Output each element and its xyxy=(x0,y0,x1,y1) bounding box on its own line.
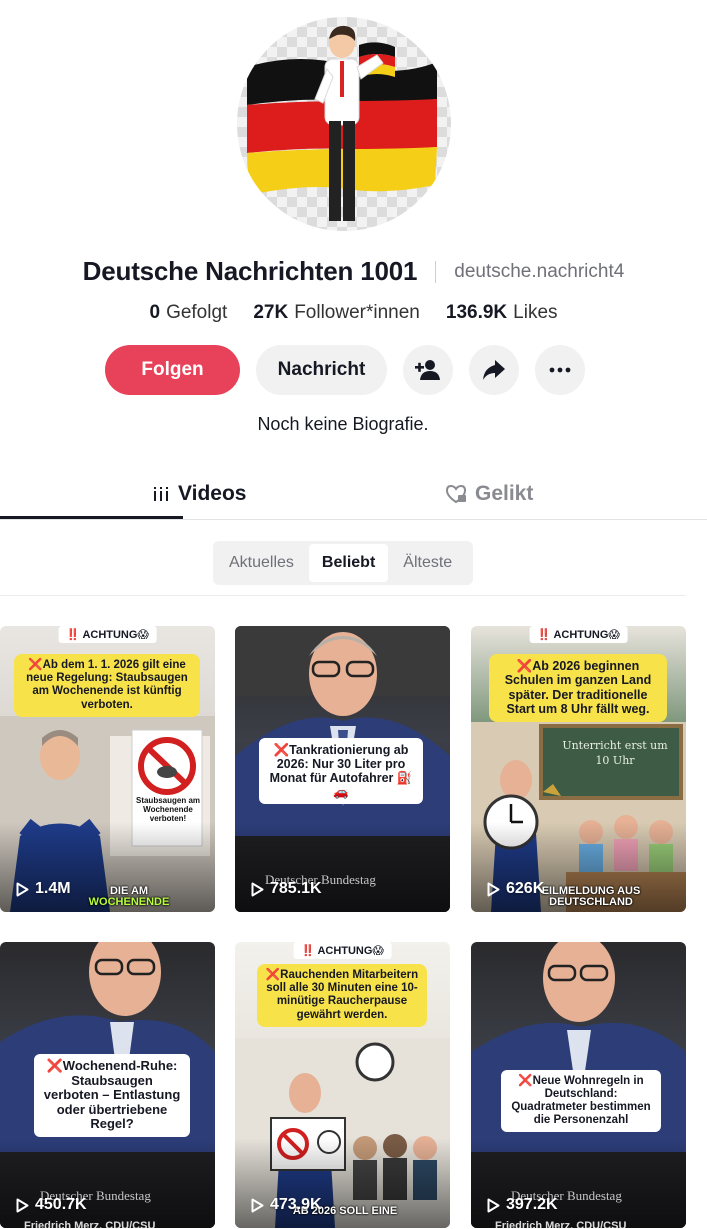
tab-videos-label: Videos xyxy=(178,482,247,505)
thumbnail-shade xyxy=(0,1138,215,1228)
profile-bio: Noch keine Biografie. xyxy=(257,414,429,434)
view-count-value: 785.1K xyxy=(270,880,322,897)
play-icon xyxy=(16,1198,29,1212)
following-count: 0 xyxy=(149,302,161,323)
video-card[interactable]: ❌Tankrationierung ab 2026: Nur 30 Liter … xyxy=(235,626,450,912)
sort-divider xyxy=(0,595,686,596)
view-count-value: 450.7K xyxy=(35,1196,87,1213)
view-count: 397.2K xyxy=(487,1196,558,1214)
profile-name: Deutsche Nachrichten 1001 xyxy=(82,256,418,286)
video-headline: ❌Neue Wohnregeln in Deutschland: Quadrat… xyxy=(501,1070,661,1132)
profile-handle: deutsche.nachricht4 xyxy=(454,260,625,282)
play-icon xyxy=(251,882,264,896)
thumbnail-shade xyxy=(235,822,450,912)
following-label: Gefolgt xyxy=(166,302,228,323)
thumbnail-shade xyxy=(471,1138,686,1228)
video-caption: DIE AM WOCHENENDE xyxy=(84,885,174,909)
view-count-value: 397.2K xyxy=(506,1196,558,1213)
tab-liked-label: Gelikt xyxy=(475,482,534,505)
speaker-lower-third: Friedrich Merz, CDU/CSU xyxy=(495,1220,627,1228)
sign-text: Staubsaugen am Wochenende verboten! xyxy=(135,796,200,824)
followers-label: Follower*innen xyxy=(294,302,420,323)
video-headline: ❌Tankrationierung ab 2026: Nur 30 Liter … xyxy=(259,738,423,804)
view-count: 1.4M xyxy=(16,880,71,898)
video-caption: EILMELDUNG AUS DEUTSCHLAND xyxy=(531,885,651,909)
play-icon xyxy=(251,1198,264,1212)
tabs-divider xyxy=(0,519,707,520)
view-count: 626K xyxy=(487,880,544,898)
play-icon xyxy=(487,1198,500,1212)
avatar-illustration xyxy=(247,25,437,221)
stat-following[interactable]: 0 Gefolgt xyxy=(149,302,227,324)
share-arrow-icon xyxy=(483,360,505,380)
share-button[interactable] xyxy=(469,345,519,395)
video-headline: ❌Wochenend-Ruhe: Staubsaugen verboten – … xyxy=(34,1054,190,1137)
view-count: 450.7K xyxy=(16,1196,87,1214)
video-card[interactable]: ❌Neue Wohnregeln in Deutschland: Quadrat… xyxy=(471,942,686,1228)
video-card[interactable]: ‼️ ACHTUNG😱 ❌Ab dem 1. 1. 2026 gilt eine… xyxy=(0,626,215,912)
video-card[interactable]: ‼️ ACHTUNG😱 ❌Ab 2026 beginnen Schulen im… xyxy=(471,626,686,912)
play-icon xyxy=(487,882,500,896)
profile-avatar[interactable] xyxy=(237,17,451,231)
caption-line-2: WOCHENENDE xyxy=(88,896,170,909)
view-count: 473.9K xyxy=(251,1196,322,1214)
likes-label: Likes xyxy=(513,302,558,323)
speaker-lower-third: Friedrich Merz, CDU/CSU xyxy=(24,1220,156,1228)
add-user-icon xyxy=(415,360,440,380)
achtung-badge: ‼️ ACHTUNG😱 xyxy=(529,626,628,643)
name-separator xyxy=(435,260,437,283)
profile-actions: Folgen Nachricht xyxy=(105,345,585,395)
followers-count: 27K xyxy=(253,302,289,323)
more-dots-icon xyxy=(549,367,571,373)
view-count-value: 626K xyxy=(506,880,545,897)
more-button[interactable] xyxy=(535,345,585,395)
view-count: 785.1K xyxy=(251,880,322,898)
profile-stats: 0 Gefolgt 27K Follower*innen 136.9K Likes xyxy=(0,302,707,324)
chalkboard-text: Unterricht erst um 10 Uhr xyxy=(562,739,668,768)
video-card[interactable]: ‼️ ACHTUNG😱 ❌Rauchenden Mitarbeitern sol… xyxy=(235,942,450,1228)
video-headline: ❌Ab dem 1. 1. 2026 gilt eine neue Regelu… xyxy=(14,654,200,717)
achtung-badge: ‼️ ACHTUNG😱 xyxy=(58,626,157,643)
play-icon xyxy=(16,882,29,896)
view-count-value: 1.4M xyxy=(35,880,71,897)
grid-columns-icon xyxy=(154,487,168,501)
video-card[interactable]: ❌Wochenend-Ruhe: Staubsaugen verboten – … xyxy=(0,942,215,1228)
likes-count: 136.9K xyxy=(445,302,508,323)
sort-toggle: Aktuelles Beliebt Älteste xyxy=(213,541,473,585)
follow-button[interactable]: Folgen xyxy=(105,345,240,395)
profile-name-row: Deutsche Nachrichten 1001 deutsche.nachr… xyxy=(0,256,707,287)
content-tabs: Videos Gelikt xyxy=(0,470,707,520)
video-headline: ❌Ab 2026 beginnen Schulen im ganzen Land… xyxy=(489,654,667,722)
view-count-value: 473.9K xyxy=(270,1196,322,1213)
sort-option-recent[interactable]: Aktuelles xyxy=(216,544,307,582)
achtung-badge: ‼️ ACHTUNG😱 xyxy=(293,942,392,959)
video-headline: ❌Rauchenden Mitarbeitern soll alle 30 Mi… xyxy=(257,964,427,1027)
stat-likes: 136.9K Likes xyxy=(446,302,558,324)
tab-liked[interactable]: Gelikt xyxy=(445,470,533,518)
sort-option-popular[interactable]: Beliebt xyxy=(308,544,389,582)
add-friend-button[interactable] xyxy=(403,345,453,395)
heart-lock-icon xyxy=(445,484,467,504)
sort-option-oldest[interactable]: Älteste xyxy=(390,544,465,582)
tab-videos[interactable]: Videos xyxy=(152,470,246,518)
caption-line-2: DEUTSCHLAND xyxy=(549,896,633,909)
message-button[interactable]: Nachricht xyxy=(256,345,387,395)
stat-followers[interactable]: 27K Follower*innen xyxy=(253,302,420,324)
